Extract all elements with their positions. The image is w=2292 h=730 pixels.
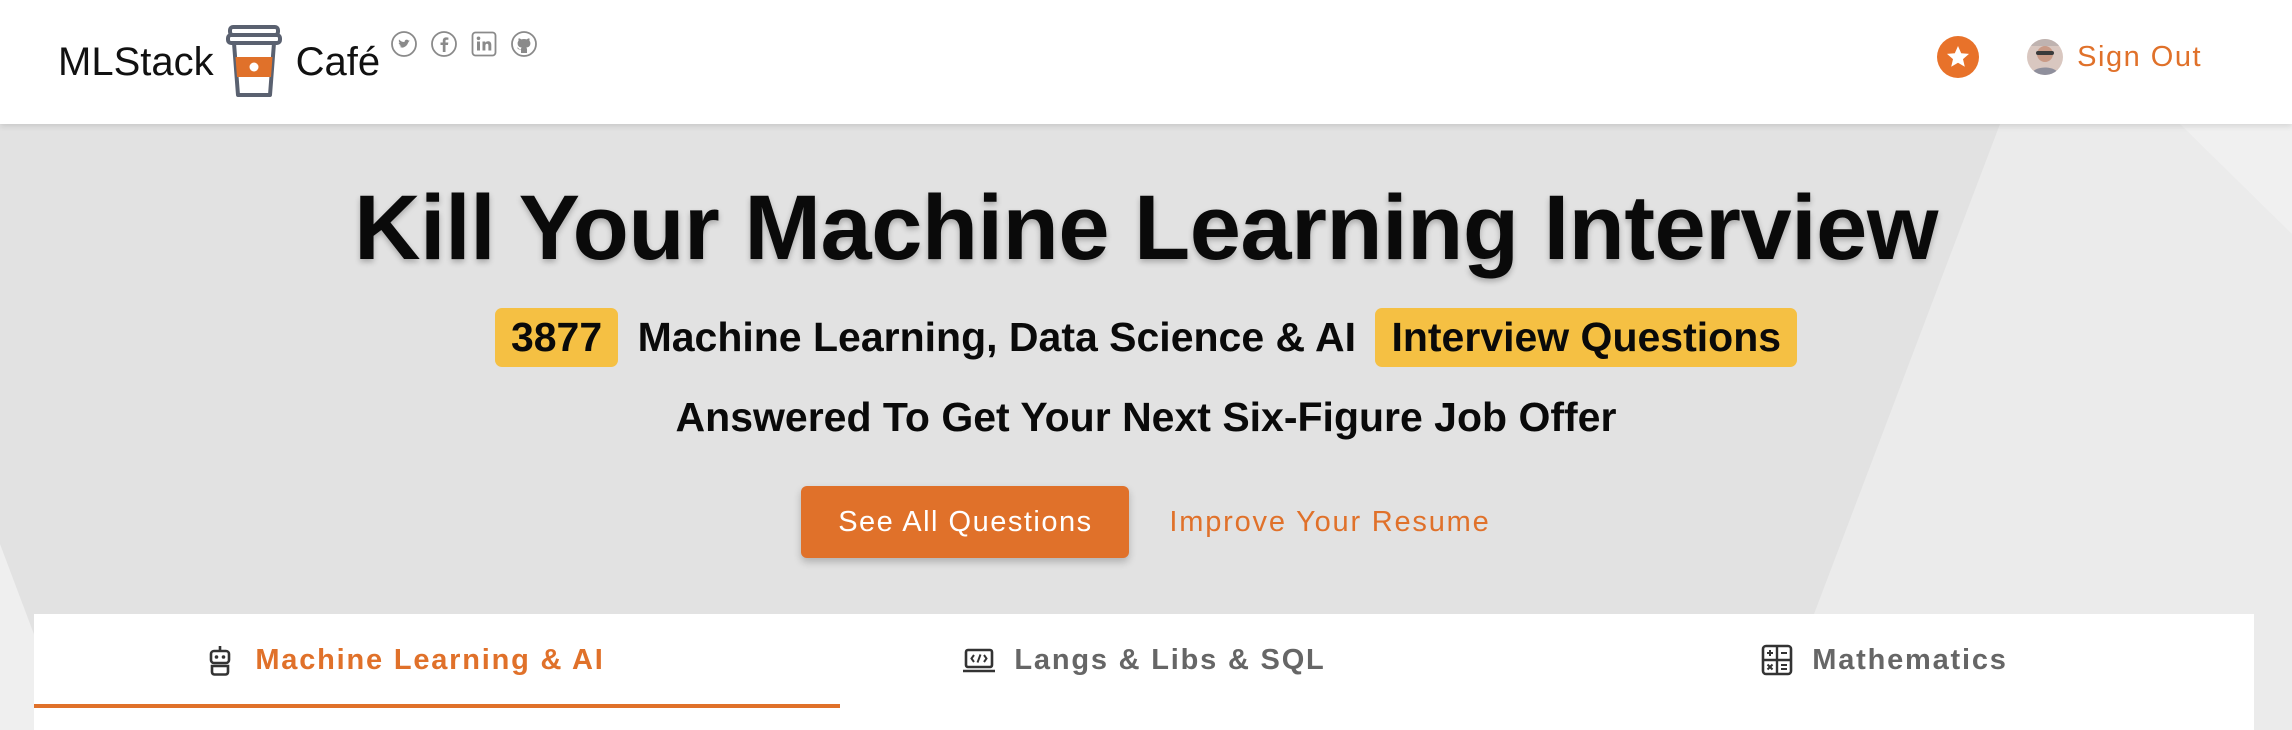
hero-subline-text: Machine Learning, Data Science & AI — [637, 314, 1357, 360]
tab-label: Langs & Libs & SQL — [1014, 643, 1326, 676]
hero-headline: Kill Your Machine Learning Interview — [354, 177, 1938, 279]
github-icon[interactable] — [510, 30, 538, 58]
active-tab-indicator — [34, 704, 840, 708]
coffee-cup-icon — [225, 25, 282, 97]
see-all-questions-button[interactable]: See All Questions — [801, 486, 1130, 558]
tab-label: Machine Learning & AI — [255, 643, 605, 676]
tab-label: Mathematics — [1812, 643, 2008, 676]
tab-mathematics[interactable]: Mathematics — [1514, 614, 2254, 706]
twitter-icon[interactable] — [390, 30, 418, 58]
brand-name-right: Café — [295, 39, 381, 84]
top-navbar: MLStack Café Sign Out — [0, 0, 2292, 124]
hero-subline: 3877 Machine Learning, Data Science & AI… — [0, 308, 2292, 367]
star-icon — [1947, 46, 1970, 67]
hero-cta-row: See All Questions Improve Your Resume — [0, 486, 2292, 558]
brand-name-left: MLStack — [58, 39, 214, 84]
tab-langs-libs-sql[interactable]: Langs & Libs & SQL — [774, 614, 1514, 706]
favorites-button[interactable] — [1937, 36, 1980, 78]
brand-logo[interactable]: MLStack Café — [58, 22, 380, 102]
interview-questions-badge: Interview Questions — [1375, 308, 1798, 367]
social-links — [390, 30, 538, 58]
improve-resume-link[interactable]: Improve Your Resume — [1169, 506, 1490, 539]
category-tabs: Machine Learning & AI Langs & Libs & SQL… — [34, 614, 2254, 730]
question-count-badge: 3877 — [494, 308, 619, 367]
tab-machine-learning-ai[interactable]: Machine Learning & AI — [34, 614, 774, 706]
code-icon — [963, 648, 996, 673]
robot-icon — [210, 646, 231, 676]
user-nav: Sign Out — [1937, 36, 2202, 78]
calculator-icon — [1761, 644, 1793, 676]
facebook-icon[interactable] — [430, 30, 458, 58]
linkedin-icon[interactable] — [470, 30, 498, 58]
hero-tagline: Answered To Get Your Next Six-Figure Job… — [675, 394, 1617, 440]
sign-out-link[interactable]: Sign Out — [2077, 41, 2202, 74]
user-avatar[interactable] — [2027, 39, 2064, 75]
